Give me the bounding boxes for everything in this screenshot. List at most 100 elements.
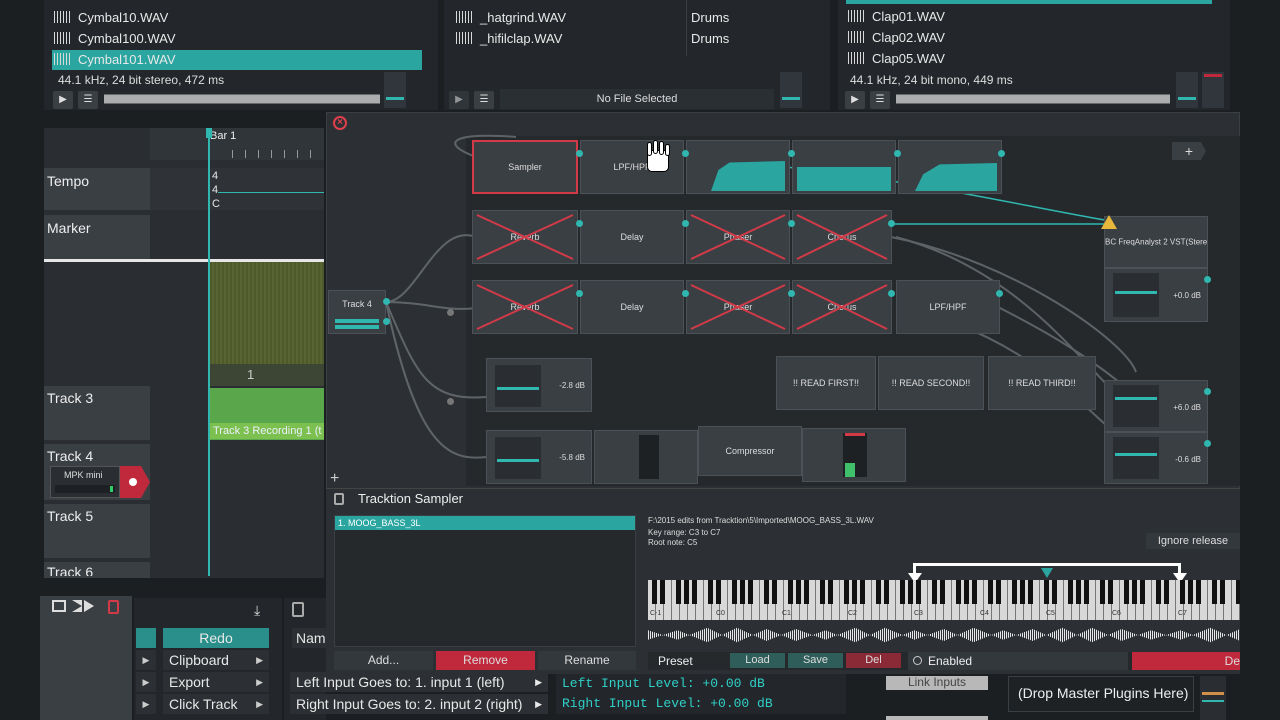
delete-plugin-button[interactable]: De: [1132, 652, 1240, 670]
list-item[interactable]: Cymbal10.WAV: [54, 8, 420, 28]
tempo-value: C: [212, 198, 220, 210]
connector-pin[interactable]: [1204, 276, 1211, 283]
output-volume-node[interactable]: -0.6 dB: [1104, 432, 1208, 484]
plugin-delay[interactable]: Delay: [580, 210, 684, 264]
connector-pin[interactable]: [682, 290, 689, 297]
plugin-eq-curve-3[interactable]: [898, 140, 1002, 194]
link-inputs-button[interactable]: Link Inputs: [886, 676, 988, 690]
table-row[interactable]: _hatgrind.WAV Drums: [456, 8, 816, 28]
plugin-sampler[interactable]: Sampler: [472, 140, 578, 194]
list-item[interactable]: Cymbal100.WAV: [54, 29, 420, 49]
play-button[interactable]: ▶: [53, 91, 73, 109]
play-button[interactable]: ▶: [845, 91, 865, 109]
connector-pin[interactable]: [788, 220, 795, 227]
expand-arrow-icon[interactable]: ▶: [136, 694, 156, 714]
note-read-first[interactable]: !! READ FIRST!!: [776, 356, 876, 410]
plugin-phaser-bypassed[interactable]: Phaser: [686, 210, 790, 264]
rack-input-track4[interactable]: Track 4: [328, 290, 386, 334]
redo-button[interactable]: Redo: [163, 628, 269, 648]
playhead[interactable]: [208, 128, 210, 576]
connector-pin[interactable]: [682, 150, 689, 157]
volume-node[interactable]: -2.8 dB: [486, 358, 592, 412]
bypass-x-icon: [690, 284, 786, 330]
plugin-eq-curve-2[interactable]: [792, 140, 896, 194]
connector-pin[interactable]: [1204, 388, 1211, 395]
plugin-freq-analyst[interactable]: BC FreqAnalyst 2 VST(Stereo): [1104, 216, 1208, 268]
note-read-third[interactable]: !! READ THIRD!!: [988, 356, 1096, 410]
output-volume-node[interactable]: +6.0 dB: [1104, 380, 1208, 432]
volume-label: -0.6 dB: [1175, 455, 1201, 464]
table-row[interactable]: _hifilclap.WAV Drums: [456, 29, 816, 49]
volume-node[interactable]: -5.8 dB: [486, 430, 592, 484]
right-input-routing[interactable]: Right Input Goes to: 2. input 2 (right) ▶: [290, 694, 548, 714]
connector-pin[interactable]: [576, 220, 583, 227]
connector-pin[interactable]: [447, 398, 454, 405]
connector-pin[interactable]: [1204, 440, 1211, 447]
playhead-marker[interactable]: [206, 128, 212, 138]
connector-pin[interactable]: [888, 290, 895, 297]
connector-pin[interactable]: [888, 220, 895, 227]
list-item-selected[interactable]: Cymbal101.WAV: [52, 50, 422, 70]
connector-pin[interactable]: [447, 309, 454, 316]
lock-icon[interactable]: [292, 602, 304, 617]
connector-pin[interactable]: [576, 150, 583, 157]
connector-pin[interactable]: [998, 150, 1005, 157]
output-pin[interactable]: [383, 298, 390, 305]
sound-list[interactable]: [334, 515, 636, 647]
list-item[interactable]: Clap05.WAV: [848, 49, 1208, 69]
connector-pin[interactable]: [682, 220, 689, 227]
expand-arrow-icon[interactable]: ▶: [136, 672, 156, 692]
list-item[interactable]: Clap01.WAV: [848, 7, 1208, 27]
clip-number: 1: [247, 367, 255, 382]
plugin-chorus-bypassed[interactable]: Chorus: [792, 280, 892, 334]
meter-node[interactable]: [594, 430, 698, 484]
plugin-delay[interactable]: Delay: [580, 280, 684, 334]
plugin-lpf-hpf[interactable]: LPF/HPF: [896, 280, 1000, 334]
lock-icon[interactable]: [334, 493, 344, 505]
click-track-menu[interactable]: Click Track ▶: [163, 694, 269, 714]
plugin-chorus-bypassed[interactable]: Chorus: [792, 210, 892, 264]
add-sound-button[interactable]: Add...: [334, 651, 433, 670]
preset-save-button[interactable]: Save: [788, 653, 843, 668]
plugin-reverb-bypassed[interactable]: Reverb: [472, 280, 578, 334]
menu-button[interactable]: ☰: [870, 91, 890, 109]
connector-pin[interactable]: [788, 150, 795, 157]
preset-load-button[interactable]: Load: [730, 653, 785, 668]
remove-sound-button[interactable]: Remove: [436, 651, 535, 670]
connector-pin[interactable]: [576, 290, 583, 297]
sound-list-item[interactable]: 1. MOOG_BASS_3L: [335, 516, 635, 530]
expand-arrow-icon[interactable]: ▶: [136, 650, 156, 670]
connector-pin[interactable]: [894, 150, 901, 157]
plugin-compressor[interactable]: Compressor: [698, 426, 802, 476]
preset-del-button[interactable]: Del: [846, 653, 901, 668]
output-volume-node[interactable]: +0.0 dB: [1104, 268, 1208, 322]
note-read-second[interactable]: !! READ SECOND!!: [878, 356, 984, 410]
clipboard-menu[interactable]: Clipboard ▶: [163, 650, 269, 670]
connector-pin[interactable]: [788, 290, 795, 297]
plugin-reverb-bypassed[interactable]: Reverb: [472, 210, 578, 264]
level-meter-node[interactable]: [802, 428, 906, 482]
ignore-release-toggle[interactable]: Ignore release: [1146, 533, 1240, 549]
export-menu[interactable]: Export ▶: [163, 672, 269, 692]
waveform-icon: [54, 32, 72, 44]
menu-button[interactable]: ☰: [78, 91, 98, 109]
rack-add-icon[interactable]: +: [330, 470, 339, 488]
right-input-level[interactable]: Right Input Level: +0.00 dB: [556, 694, 846, 714]
download-icon[interactable]: ⤓: [254, 602, 260, 619]
rename-sound-button[interactable]: Rename: [538, 651, 636, 670]
play-button[interactable]: ▶: [449, 91, 469, 109]
left-input-level[interactable]: Left Input Level: +0.00 dB: [556, 674, 846, 694]
menu-button[interactable]: ☰: [474, 91, 494, 109]
plugin-phaser-bypassed[interactable]: Phaser: [686, 280, 790, 334]
output-pin[interactable]: [383, 318, 390, 325]
list-item-selected-partial[interactable]: [846, 0, 1212, 4]
screen-icon[interactable]: [52, 600, 66, 612]
lock-red-icon[interactable]: [108, 600, 119, 614]
clip-green[interactable]: [210, 262, 324, 364]
key-range-bracket[interactable]: [913, 563, 1181, 566]
connector-pin[interactable]: [996, 290, 1003, 297]
list-item[interactable]: Clap02.WAV: [848, 28, 1208, 48]
browser-list-left[interactable]: Cymbal10.WAV Cymbal100.WAV Cymbal101.WAV: [52, 0, 422, 70]
plugin-eq-curve-1[interactable]: [686, 140, 790, 194]
left-input-routing[interactable]: Left Input Goes to: 1. input 1 (left) ▶: [290, 672, 548, 692]
